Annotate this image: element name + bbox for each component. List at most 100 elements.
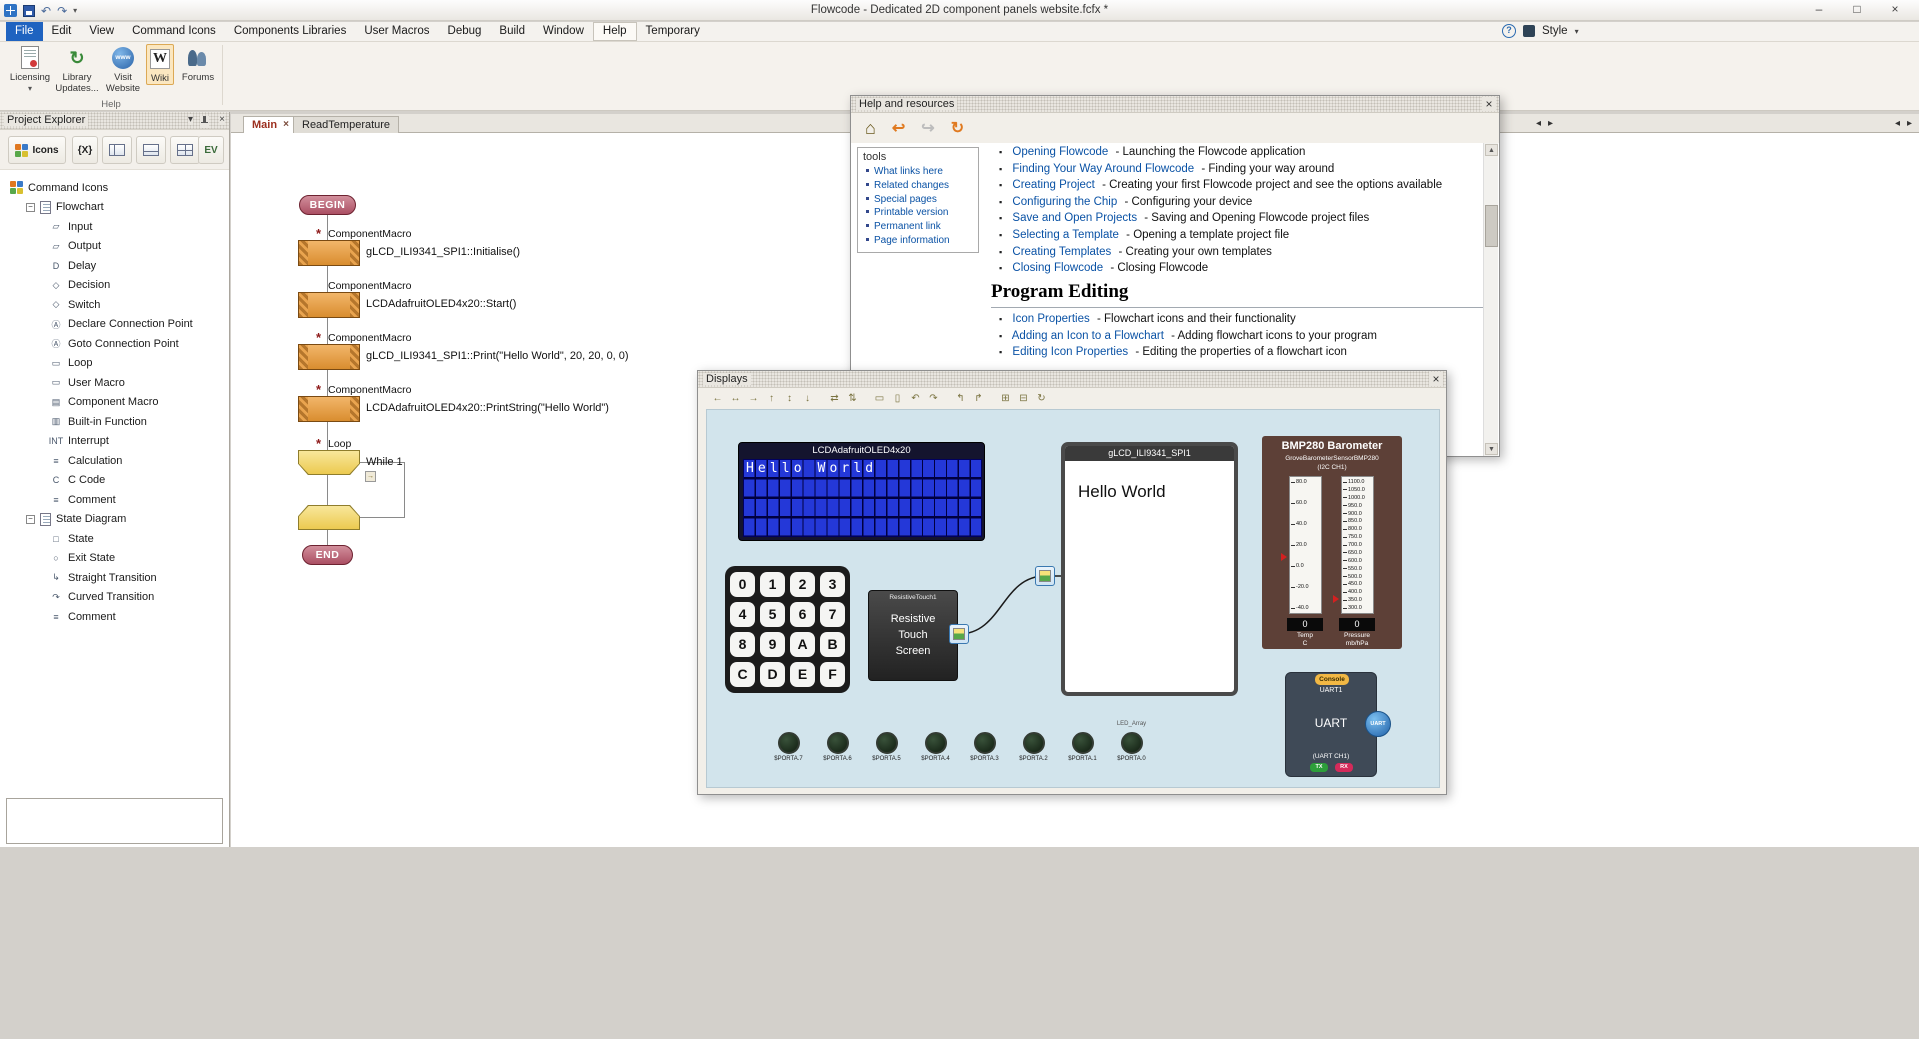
tools-link[interactable]: What links here (858, 165, 978, 179)
loop-end-block[interactable] (298, 505, 360, 530)
component-macro-block[interactable] (298, 344, 360, 370)
help-link[interactable]: Opening Flowcode (1012, 146, 1108, 158)
visit-website-button[interactable]: www Visit Website (102, 44, 144, 94)
led[interactable]: $PORTA.5 (862, 732, 911, 762)
library-updates-button[interactable]: ↻ Library Updates... (54, 44, 100, 94)
keypad-key[interactable]: 5 (760, 602, 785, 627)
wiki-button[interactable]: W Wiki (146, 44, 174, 85)
keypad-key[interactable]: 6 (790, 602, 815, 627)
led[interactable]: $PORTA.6 (813, 732, 862, 762)
barometer-component[interactable]: BMP280 Barometer GroveBarometerSensorBMP… (1262, 436, 1402, 649)
menu-item[interactable]: Help (593, 22, 637, 41)
help-link[interactable]: Creating Templates (1012, 246, 1111, 258)
close-icon[interactable]: × (219, 114, 225, 125)
tree-item[interactable]: ↳ Straight Transition (0, 568, 229, 588)
macros-button[interactable]: {X} (72, 136, 98, 164)
scroll-up-icon[interactable]: ▲ (1485, 144, 1498, 156)
tree-item[interactable]: ≡ Comment (0, 607, 229, 627)
send-to-back-icon[interactable]: ⊟ (1016, 391, 1031, 406)
rotate-left-icon[interactable]: ↶ (908, 391, 923, 406)
tab-scroll-left-icon[interactable]: ◂ (1536, 118, 1541, 129)
chevron-down-icon[interactable]: ▾ (1575, 27, 1579, 36)
glcd-display[interactable]: gLCD_ILI9341_SPI1 Hello World (1061, 442, 1238, 696)
flip-vertical-icon[interactable]: ↱ (971, 391, 986, 406)
end-node[interactable]: END (302, 545, 353, 565)
display-connector-icon[interactable] (949, 624, 969, 644)
minimize-button[interactable]: – (1802, 0, 1836, 20)
reset-view-icon[interactable]: ↻ (1034, 391, 1049, 406)
keypad-key[interactable]: C (730, 662, 755, 687)
tab-readtemperature[interactable]: ReadTemperature (293, 116, 399, 133)
help-link[interactable]: Adding an Icon to a Flowchart (1012, 330, 1164, 342)
scrollbar-thumb[interactable] (1485, 205, 1498, 247)
keypad-key[interactable]: 8 (730, 632, 755, 657)
keypad-key[interactable]: 1 (760, 572, 785, 597)
keypad-key[interactable]: 9 (760, 632, 785, 657)
tree-item[interactable]: ◇ Switch (0, 295, 229, 315)
menu-item[interactable]: Edit (43, 22, 81, 41)
keypad-key[interactable]: 4 (730, 602, 755, 627)
tree-group-state-diagram[interactable]: − State Diagram (0, 510, 229, 530)
lcd-display[interactable]: LCDAdafruitOLED4x20 Hello World (738, 442, 985, 541)
keypad-key[interactable]: D (760, 662, 785, 687)
panel-layout-3-button[interactable] (170, 136, 200, 164)
component-macro-block[interactable] (298, 292, 360, 318)
titlebar[interactable]: ↶ ↷ ▾ Flowcode - Dedicated 2D component … (0, 0, 1919, 21)
pin-icon[interactable] (200, 116, 209, 128)
same-height-icon[interactable]: ▯ (890, 391, 905, 406)
keypad-key[interactable]: E (790, 662, 815, 687)
led[interactable]: $PORTA.0 (1107, 732, 1156, 762)
tree-item[interactable]: INT Interrupt (0, 432, 229, 452)
licensing-button[interactable]: Licensing ▾ (8, 44, 52, 94)
tree-root-command-icons[interactable]: Command Icons (0, 178, 229, 198)
help-link[interactable]: Editing Icon Properties (1012, 346, 1128, 358)
forums-button[interactable]: Forums (178, 44, 218, 83)
tree-item[interactable]: Ⓐ Declare Connection Point (0, 315, 229, 335)
led[interactable]: $PORTA.3 (960, 732, 1009, 762)
help-link[interactable]: Configuring the Chip (1012, 196, 1117, 208)
panel-layout-2-button[interactable] (136, 136, 166, 164)
begin-node[interactable]: BEGIN (299, 195, 356, 215)
led[interactable]: $PORTA.1 (1058, 732, 1107, 762)
help-window-titlebar[interactable]: Help and resources × (851, 96, 1499, 113)
keypad-key[interactable]: 7 (820, 602, 845, 627)
displays-window-titlebar[interactable]: Displays × (698, 371, 1446, 388)
bring-to-front-icon[interactable]: ⊞ (998, 391, 1013, 406)
tools-link[interactable]: Special pages (858, 193, 978, 207)
tree-item[interactable]: Ⓐ Goto Connection Point (0, 334, 229, 354)
menu-item[interactable]: View (80, 22, 123, 41)
project-explorer-header[interactable]: Project Explorer ▾ × (0, 112, 229, 130)
keypad-key[interactable]: F (820, 662, 845, 687)
keypad-key[interactable]: 2 (790, 572, 815, 597)
style-button[interactable]: Style (1542, 25, 1568, 37)
keypad-key[interactable]: 0 (730, 572, 755, 597)
tree-item[interactable]: ▱ Output (0, 237, 229, 257)
tree-item[interactable]: ◇ Decision (0, 276, 229, 296)
help-link[interactable]: Save and Open Projects (1012, 212, 1137, 224)
display-connector-icon[interactable] (1035, 566, 1055, 586)
tree-item[interactable]: ≡ Calculation (0, 451, 229, 471)
home-icon[interactable]: ⌂ (865, 118, 876, 139)
close-icon[interactable]: × (283, 119, 289, 133)
menu-item[interactable]: Debug (439, 22, 491, 41)
tree-item[interactable]: D Delay (0, 256, 229, 276)
align-right-icon[interactable]: → (746, 391, 761, 406)
tab-main[interactable]: Main × (243, 116, 298, 133)
tree-item[interactable]: ○ Exit State (0, 549, 229, 569)
tree-item[interactable]: C C Code (0, 471, 229, 491)
help-link[interactable]: Closing Flowcode (1012, 262, 1103, 274)
ev-button[interactable]: EV (198, 136, 224, 164)
collapse-icon[interactable]: − (26, 515, 35, 524)
tree-item[interactable]: ▭ Loop (0, 354, 229, 374)
icons-dropdown-button[interactable]: Icons (8, 136, 66, 164)
tree-item[interactable]: ↷ Curved Transition (0, 588, 229, 608)
menu-item[interactable]: Temporary (637, 22, 709, 41)
align-bottom-icon[interactable]: ↓ (800, 391, 815, 406)
rotate-right-icon[interactable]: ↷ (926, 391, 941, 406)
tree-item[interactable]: ▤ Component Macro (0, 393, 229, 413)
tools-link[interactable]: Permanent link (858, 220, 978, 234)
tree-item[interactable]: □ State (0, 529, 229, 549)
keypad-key[interactable]: 3 (820, 572, 845, 597)
uart-port-icon[interactable]: UART (1365, 711, 1391, 737)
panel-layout-1-button[interactable] (102, 136, 132, 164)
